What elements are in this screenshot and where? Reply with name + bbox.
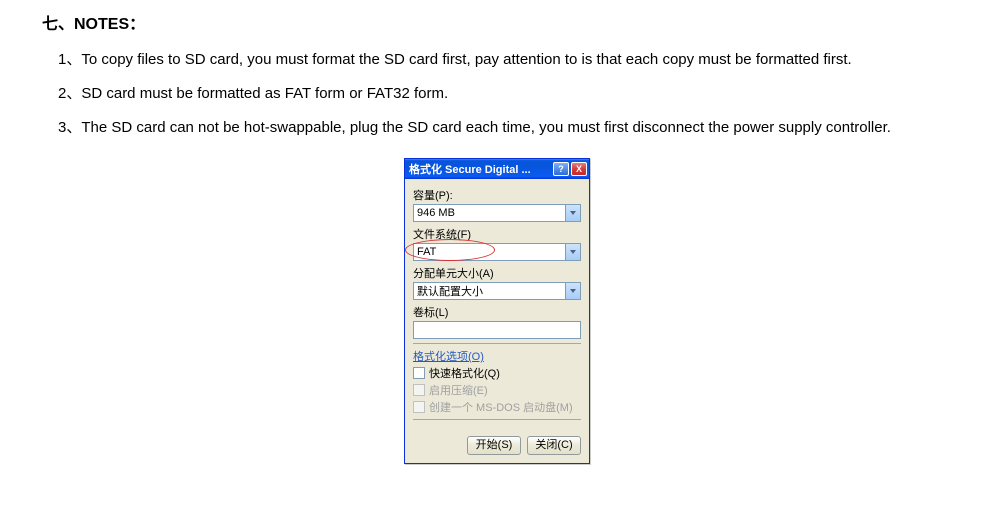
msdos-label: 创建一个 MS-DOS 启动盘(M) bbox=[429, 399, 573, 415]
volume-label: 卷标(L) bbox=[413, 304, 581, 320]
format-options-link[interactable]: 格式化选项(O) bbox=[413, 348, 581, 364]
allocation-combo[interactable]: 默认配置大小 bbox=[413, 282, 581, 300]
note-2: 2、SD card must be formatted as FAT form … bbox=[24, 82, 970, 106]
note-3-text: 3、The SD card can not be hot-swappable, … bbox=[58, 119, 891, 136]
quick-format-label: 快速格式化(Q) bbox=[429, 365, 500, 381]
filesystem-value: FAT bbox=[417, 246, 436, 258]
divider bbox=[413, 419, 581, 420]
capacity-label: 容量(P): bbox=[413, 187, 581, 203]
compression-label: 启用压缩(E) bbox=[429, 382, 488, 398]
quick-format-row[interactable]: 快速格式化(Q) bbox=[413, 365, 581, 381]
note-1: 1、To copy files to SD card, you must for… bbox=[24, 48, 970, 72]
note-1-text: 1、To copy files to SD card, you must for… bbox=[58, 51, 852, 68]
chevron-down-icon bbox=[565, 205, 580, 221]
compression-row: 启用压缩(E) bbox=[413, 382, 581, 398]
quick-format-checkbox[interactable] bbox=[413, 367, 425, 379]
allocation-label: 分配单元大小(A) bbox=[413, 265, 581, 281]
compression-checkbox bbox=[413, 384, 425, 396]
close-button[interactable]: X bbox=[571, 162, 587, 176]
chevron-down-icon bbox=[565, 283, 580, 299]
close-dialog-button[interactable]: 关闭(C) bbox=[527, 436, 581, 455]
filesystem-label: 文件系统(F) bbox=[413, 226, 581, 242]
start-button[interactable]: 开始(S) bbox=[467, 436, 521, 455]
msdos-checkbox bbox=[413, 401, 425, 413]
note-2-text: 2、SD card must be formatted as FAT form … bbox=[58, 85, 448, 102]
divider bbox=[413, 343, 581, 344]
format-dialog: 格式化 Secure Digital ... ? X 容量(P): 946 MB… bbox=[404, 158, 590, 464]
note-3: 3、The SD card can not be hot-swappable, … bbox=[24, 116, 970, 140]
dialog-titlebar[interactable]: 格式化 Secure Digital ... ? X bbox=[405, 159, 589, 179]
chevron-down-icon bbox=[565, 244, 580, 260]
allocation-value: 默认配置大小 bbox=[417, 283, 483, 299]
volume-input[interactable] bbox=[413, 321, 581, 339]
section-heading: 七、NOTES： bbox=[42, 10, 970, 34]
filesystem-combo[interactable]: FAT bbox=[413, 243, 581, 261]
msdos-row: 创建一个 MS-DOS 启动盘(M) bbox=[413, 399, 581, 415]
capacity-value: 946 MB bbox=[417, 207, 455, 219]
help-button[interactable]: ? bbox=[553, 162, 569, 176]
capacity-combo[interactable]: 946 MB bbox=[413, 204, 581, 222]
dialog-title: 格式化 Secure Digital ... bbox=[409, 161, 551, 177]
